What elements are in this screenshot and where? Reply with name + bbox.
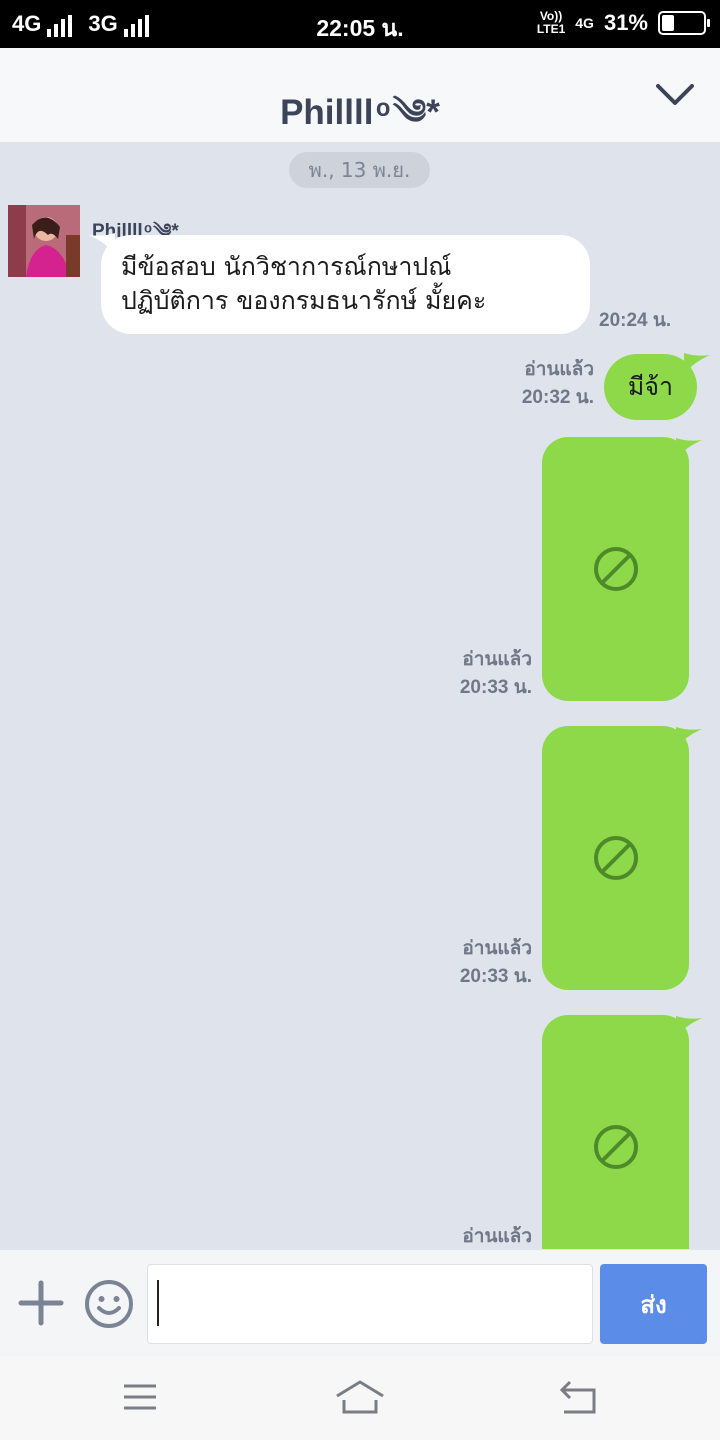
message-line-1: มีข้อสอบ นักวิชาการณ์กษาปณ์ bbox=[121, 252, 452, 281]
message-time: 20:33 น. bbox=[459, 966, 532, 987]
emoji-icon[interactable] bbox=[83, 1278, 135, 1330]
lte-label: LTE1 bbox=[536, 22, 566, 36]
battery-fill bbox=[662, 15, 674, 31]
text-cursor bbox=[157, 1280, 159, 1326]
read-receipt: อ่านแล้ว bbox=[462, 649, 532, 670]
media-message[interactable] bbox=[542, 437, 689, 701]
blocked-icon bbox=[594, 1125, 638, 1169]
send-button[interactable]: ส่ง bbox=[600, 1264, 707, 1344]
outgoing-message[interactable]: มีจ้า bbox=[604, 354, 697, 420]
chevron-down-icon[interactable] bbox=[654, 78, 696, 112]
menu-icon[interactable] bbox=[110, 1376, 170, 1420]
message-meta: อ่านแล้ว bbox=[432, 1223, 532, 1249]
message-line-2: ปฏิบัติการ ของกรมธนารักษ์ มั้ยคะ bbox=[121, 286, 487, 315]
message-meta: อ่านแล้ว 20:33 น. bbox=[432, 935, 532, 991]
status-bar: 4G 3G 22:05 น. Vo)) LTE1 4G 31% bbox=[0, 0, 720, 48]
home-icon[interactable] bbox=[330, 1376, 390, 1420]
chat-header: Phillll ͦ ༄* bbox=[0, 48, 720, 143]
battery-percent: 31% bbox=[603, 10, 648, 35]
incoming-message[interactable]: มีข้อสอบ นักวิชาการณ์กษาปณ์ ปฏิบัติการ ข… bbox=[101, 235, 590, 334]
message-meta: อ่านแล้ว 20:32 น. bbox=[494, 356, 594, 412]
plus-icon[interactable] bbox=[18, 1280, 64, 1326]
message-meta: อ่านแล้ว 20:33 น. bbox=[432, 646, 532, 702]
message-time: 20:33 น. bbox=[459, 677, 532, 698]
data-type: 4G bbox=[575, 15, 594, 31]
volte-indicator: Vo)) LTE1 bbox=[537, 10, 565, 36]
blocked-icon bbox=[594, 836, 638, 880]
read-receipt: อ่านแล้ว bbox=[462, 1226, 532, 1247]
read-receipt: อ่านแล้ว bbox=[524, 359, 594, 380]
media-message[interactable] bbox=[542, 1015, 689, 1249]
chat-area[interactable]: พ., 13 พ.ย. Phillll ͦ ༄* มีข้อสอบ นักวิช… bbox=[0, 143, 720, 1249]
message-composer: ส่ง bbox=[0, 1249, 720, 1356]
message-time: 20:32 น. bbox=[521, 387, 594, 408]
blocked-icon bbox=[594, 547, 638, 591]
status-right: Vo)) LTE1 4G 31% bbox=[537, 10, 710, 36]
media-message[interactable] bbox=[542, 726, 689, 990]
avatar[interactable] bbox=[8, 205, 80, 277]
date-separator: พ., 13 พ.ย. bbox=[289, 152, 430, 188]
battery-icon bbox=[658, 11, 710, 35]
message-time: 20:24 น. bbox=[599, 310, 672, 331]
message-input[interactable] bbox=[147, 1264, 593, 1344]
avatar-image bbox=[8, 205, 80, 277]
system-nav-bar bbox=[0, 1356, 720, 1440]
read-receipt: อ่านแล้ว bbox=[462, 938, 532, 959]
back-icon[interactable] bbox=[550, 1376, 610, 1420]
